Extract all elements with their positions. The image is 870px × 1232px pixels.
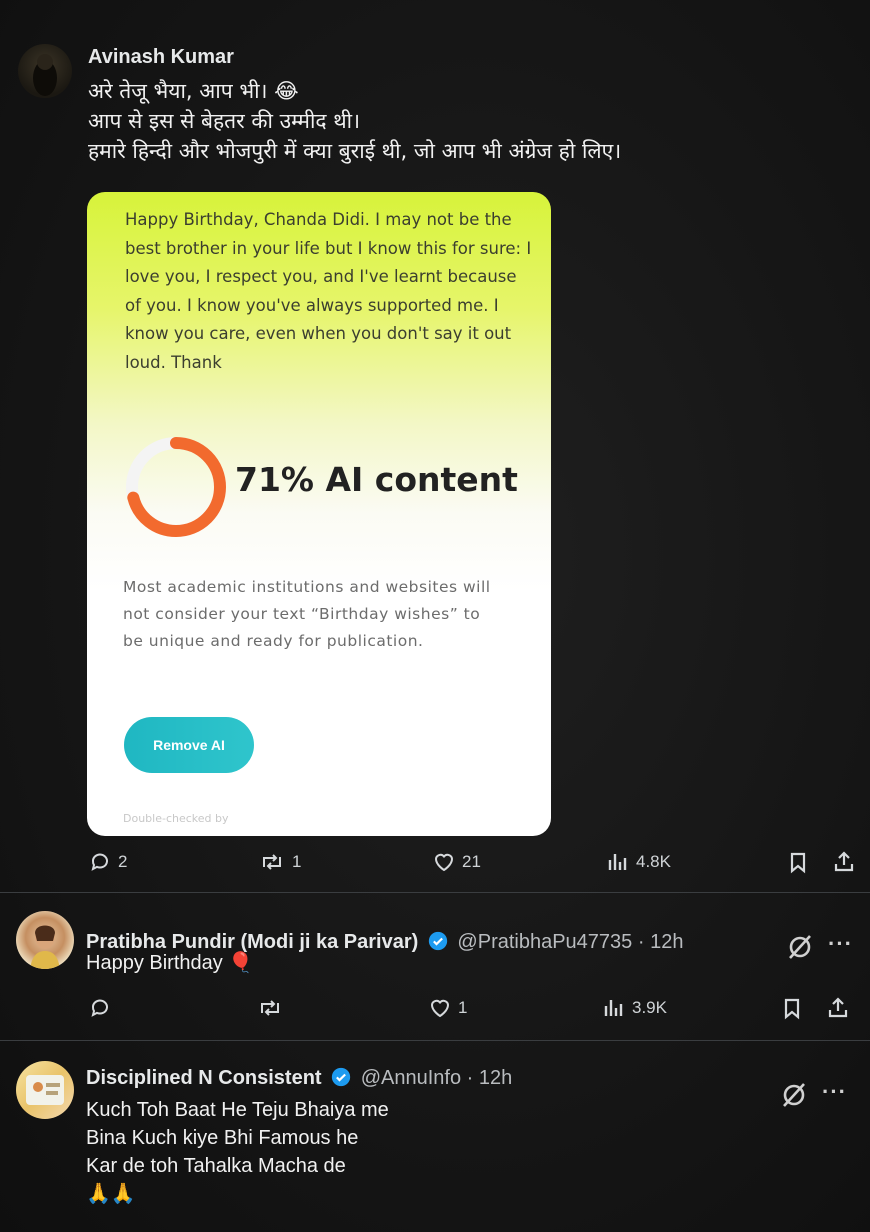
author-name[interactable]: Disciplined N Consistent (86, 1067, 322, 1089)
views-button[interactable]: 3.9K (602, 996, 667, 1020)
heart-icon (430, 999, 450, 1018)
views-button[interactable]: 4.8K (606, 850, 671, 874)
view-count: 4.8K (636, 852, 671, 871)
avatar[interactable] (16, 911, 74, 969)
more-options-icon[interactable]: ··· (822, 1079, 847, 1105)
tweet-line: Kuch Toh Baat He Teju Bhaiya me (86, 1099, 389, 1121)
share-icon (828, 997, 848, 1018)
views-chart-icon (604, 1000, 623, 1016)
card-text: Happy Birthday, Chanda Didi. I may not b… (125, 210, 532, 372)
card-footer-note: Double-checked by (123, 812, 229, 825)
like-button[interactable]: 21 (432, 850, 481, 874)
like-count: 21 (462, 852, 481, 871)
bookmark-button[interactable] (786, 850, 810, 874)
repost-count: 1 (292, 852, 302, 871)
grok-icon[interactable] (780, 1081, 808, 1109)
tweet-text: अरे तेजू भैया, आप भी। 😂 आप से इस से बेहत… (88, 76, 858, 166)
bookmark-icon (790, 852, 806, 874)
author-handle[interactable]: @PratibhaPu47735 · 12h (457, 931, 683, 953)
tweet-text: Kuch Toh Baat He Teju Bhaiya me Bina Kuc… (86, 1096, 389, 1208)
repost-button[interactable]: 1 (258, 850, 301, 874)
tweet-text: Happy Birthday 🎈 (86, 952, 254, 974)
attached-image-card[interactable]: Happy Birthday, Chanda Didi. I may not b… (87, 192, 551, 836)
tweet-line: 🙏🙏 (86, 1183, 136, 1205)
like-count: 1 (458, 998, 468, 1017)
reply-button[interactable]: 2 (88, 850, 127, 874)
tweet-actions: 1 3.9K (0, 996, 870, 1032)
reply-count: 2 (118, 852, 128, 871)
tweet-line: Bina Kuch kiye Bhi Famous he (86, 1127, 359, 1149)
tweet-avinash[interactable]: Avinash Kumar अरे तेजू भैया, आप भी। 😂 आप… (0, 0, 870, 890)
grok-icon[interactable] (786, 933, 814, 961)
ai-score-ring-icon (126, 437, 226, 537)
verified-badge-icon (331, 1067, 351, 1087)
bookmark-icon (784, 998, 800, 1020)
avatar-photo-icon (26, 1075, 64, 1105)
tweet-line: आप से इस से बेहतर की उम्मीद थी। (88, 109, 361, 133)
repost-button[interactable] (256, 996, 290, 1020)
card-description: Most academic institutions and websites … (123, 578, 491, 650)
views-chart-icon (608, 854, 627, 870)
author-name[interactable]: Avinash Kumar (88, 46, 234, 68)
verified-badge-icon (428, 931, 448, 951)
author-line: Disciplined N Consistent @AnnuInfo · 12h (86, 1067, 512, 1090)
screen: Avinash Kumar अरे तेजू भैया, आप भी। 😂 आप… (0, 0, 870, 1232)
more-options-icon[interactable]: ··· (828, 931, 853, 957)
tweet-line: अरे तेजू भैया, आप भी। 😂 (88, 79, 299, 103)
reply-button[interactable] (88, 996, 118, 1020)
repost-icon (263, 854, 281, 870)
tweet-disciplined[interactable]: Disciplined N Consistent @AnnuInfo · 12h… (0, 1041, 870, 1232)
remove-ai-button[interactable]: Remove AI (124, 717, 254, 773)
avatar[interactable] (18, 44, 72, 98)
reply-icon (91, 999, 108, 1017)
tweet-line: हमारे हिन्दी और भोजपुरी में क्या बुराई थ… (88, 139, 622, 163)
share-button[interactable] (832, 850, 856, 874)
author-line: Avinash Kumar (88, 46, 234, 69)
repost-icon (261, 1000, 279, 1016)
reply-icon (91, 853, 108, 871)
share-button[interactable] (826, 996, 850, 1020)
view-count: 3.9K (632, 998, 667, 1017)
avatar[interactable] (16, 1061, 74, 1119)
share-icon (834, 851, 854, 872)
heart-icon (434, 853, 454, 872)
avatar-photo-icon (30, 925, 60, 969)
tweet-line: Kar de toh Tahalka Macha de (86, 1155, 346, 1177)
avatar-silhouette-icon (33, 54, 57, 96)
author-handle[interactable]: @AnnuInfo · 12h (361, 1067, 513, 1089)
like-button[interactable]: 1 (428, 996, 467, 1020)
ai-score-title: 71% AI content (235, 460, 518, 499)
tweet-actions: 2 1 21 4.8K (0, 850, 870, 886)
tweet-pratibha[interactable]: Pratibha Pundir (Modi ji ka Parivar) @Pr… (0, 893, 870, 1038)
bookmark-button[interactable] (780, 996, 804, 1020)
